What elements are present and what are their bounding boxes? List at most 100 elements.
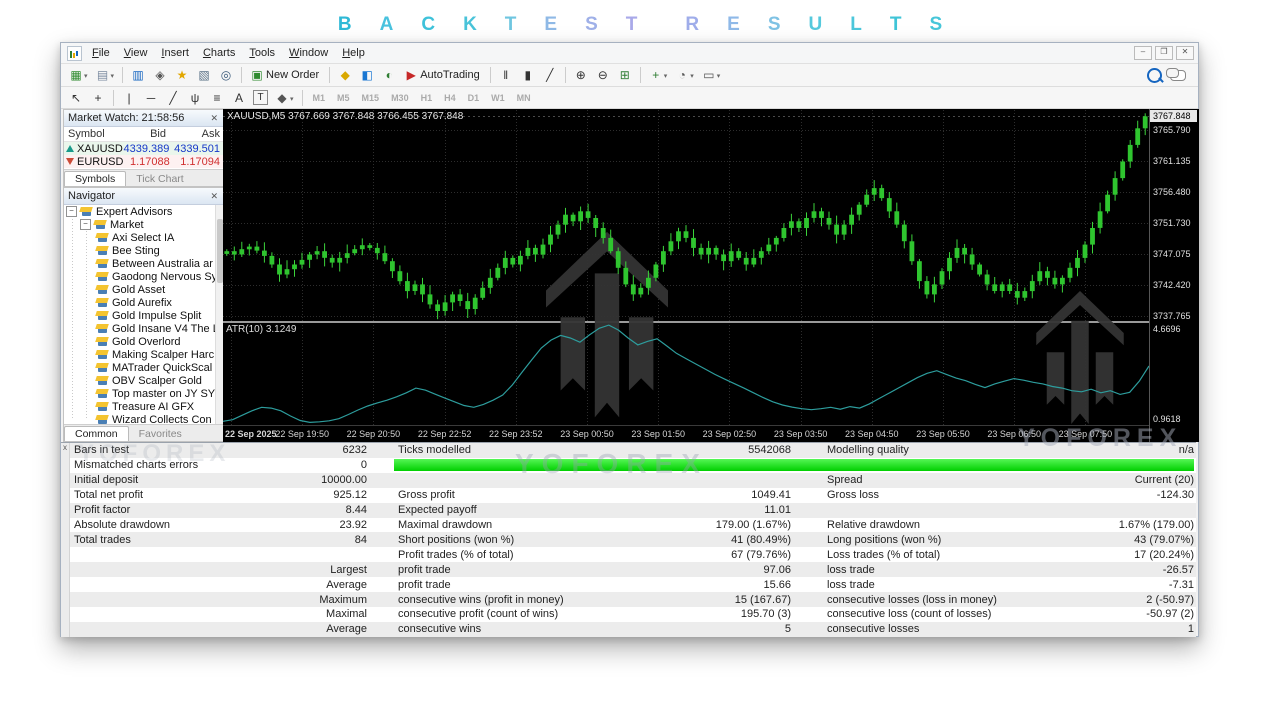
minimize-button[interactable]: – [1134, 46, 1152, 60]
result-value: 5542068 [662, 444, 793, 456]
results-row: Profit factor8.44Expected payoff11.01 [70, 503, 1196, 518]
timeframe-button-m1[interactable]: M1 [308, 91, 331, 105]
column-bid: Bid [116, 128, 170, 140]
search-icon[interactable] [1147, 68, 1162, 83]
vline-tool[interactable]: | [118, 88, 140, 108]
dropdown-arrow-icon: ▾ [290, 95, 294, 103]
tree-expander[interactable]: − [80, 219, 91, 230]
autotrading-icon: ▶ [403, 67, 419, 83]
market-watch-tab-tick-chart[interactable]: Tick Chart [126, 172, 193, 186]
result-label: consecutive losses (loss in money) [823, 594, 1063, 606]
result-value: 1.67% (179.00) [1063, 519, 1196, 531]
candle-chart-button[interactable]: ▮ [517, 65, 539, 85]
menu-bar: FileViewInsertChartsToolsWindowHelp –❐✕ [61, 43, 1198, 64]
navigator-item-expert-advisors[interactable]: −Expert Advisors [64, 205, 216, 218]
hline-tool[interactable]: ─ [140, 88, 162, 108]
navigator-icon: ★ [174, 67, 190, 83]
new-order-button[interactable]: ▣New Order [246, 65, 325, 85]
menu-item-view[interactable]: View [117, 45, 155, 61]
navigator-button[interactable]: ★ [171, 65, 193, 85]
result-value: Average [255, 623, 369, 635]
tile-windows-button[interactable]: ⊞ [614, 65, 636, 85]
result-value: 84 [255, 534, 369, 546]
crosshair-tool[interactable]: + [87, 88, 109, 108]
cursor-tool[interactable]: ↖ [65, 88, 87, 108]
results-table: Bars in test6232Ticks modelled5542068Mod… [70, 443, 1196, 637]
chat-icon[interactable] [1170, 70, 1186, 81]
symbol-up-icon [66, 145, 74, 152]
atr-indicator-pane[interactable]: ATR(10) 3.1249 [223, 323, 1149, 425]
menu-item-file[interactable]: File [85, 45, 117, 61]
bar-chart-button[interactable]: ‖ [495, 65, 517, 85]
menu-item-insert[interactable]: Insert [154, 45, 196, 61]
symbol-down-icon [66, 158, 74, 165]
navigator-tab-favorites[interactable]: Favorites [129, 427, 192, 441]
result-value: Maximal [255, 608, 369, 620]
results-row: Maximumconsecutive wins (profit in money… [70, 592, 1196, 607]
tree-label: Making Scalper Harc [112, 349, 214, 361]
page: BACKTESTRESULTS FileViewInsertChartsTool… [0, 0, 1280, 720]
symbol-row-xauusd[interactable]: XAUUSD4339.3894339.501 [64, 142, 224, 155]
periods-button[interactable]: ◔▾ [671, 65, 698, 85]
result-value: 0 [255, 459, 369, 471]
menu-item-charts[interactable]: Charts [196, 45, 242, 61]
tree-label: Wizard Collects Con [112, 414, 212, 425]
new-chart-button[interactable]: ▦▾ [65, 65, 92, 85]
market-watch-tab-symbols[interactable]: Symbols [64, 171, 126, 186]
chart-window[interactable]: XAUUSD,M5 3767.669 3767.848 3766.455 376… [223, 109, 1198, 442]
trendline-tool[interactable]: ╱ [162, 88, 184, 108]
text-tool[interactable]: A [228, 88, 250, 108]
title-letter: S [768, 14, 781, 35]
indicators-button[interactable]: +▾ [645, 65, 672, 85]
zoom-in-button[interactable]: ⊕ [570, 65, 592, 85]
atr-max-label: 4.6696 [1153, 324, 1181, 334]
close-icon[interactable]: x [63, 443, 67, 452]
symbol-row-eurusd[interactable]: EURUSD1.170881.17094 [64, 155, 224, 168]
text-label-tool[interactable]: T [250, 88, 271, 107]
tree-expander[interactable]: − [66, 206, 77, 217]
title-letter: U [809, 14, 823, 35]
menu-item-window[interactable]: Window [282, 45, 335, 61]
shapes-tool[interactable]: ◆▾ [271, 88, 298, 108]
data-window-button[interactable]: ◈ [149, 65, 171, 85]
style-button[interactable]: ◧ [356, 65, 378, 85]
menu-item-tools[interactable]: Tools [242, 45, 282, 61]
timeframe-button-w1[interactable]: W1 [486, 91, 510, 105]
navigator-tab-common[interactable]: Common [64, 426, 129, 441]
globe-button[interactable]: ◐ [378, 65, 400, 85]
navigator-header: Navigator ✕ [64, 188, 224, 205]
timeframe-button-mn[interactable]: MN [512, 91, 536, 105]
terminal-button[interactable]: ▧ [193, 65, 215, 85]
fibonacci-tool[interactable]: ≡ [206, 88, 228, 108]
timeframe-button-d1[interactable]: D1 [463, 91, 485, 105]
result-value: Average [255, 579, 369, 591]
channel-tool[interactable]: ψ [184, 88, 206, 108]
metaeditor-button[interactable]: ◆ [334, 65, 356, 85]
timeframe-button-m15[interactable]: M15 [357, 91, 385, 105]
title-letter: L [850, 14, 862, 35]
strategy-tester-icon: ◎ [218, 67, 234, 83]
restore-button[interactable]: ❐ [1155, 46, 1173, 60]
timeframe-button-m30[interactable]: M30 [386, 91, 414, 105]
periods-icon: ◔ [674, 67, 690, 83]
timeframe-button-m5[interactable]: M5 [332, 91, 355, 105]
symbol-label: XAUUSD [77, 143, 123, 155]
timeframe-button-h4[interactable]: H4 [439, 91, 461, 105]
result-value: 2 (-50.97) [1063, 594, 1196, 606]
line-chart-button[interactable]: ╱ [539, 65, 561, 85]
close-button[interactable]: ✕ [1176, 46, 1194, 60]
result-value: 195.70 (3) [662, 608, 793, 620]
templates-button[interactable]: ▭▾ [698, 65, 725, 85]
market-watch-button[interactable]: ▥ [127, 65, 149, 85]
zoom-out-button[interactable]: ⊖ [592, 65, 614, 85]
strategy-tester-button[interactable]: ◎ [215, 65, 237, 85]
market-watch-icon: ▥ [130, 67, 146, 83]
menu-item-help[interactable]: Help [335, 45, 372, 61]
close-icon[interactable]: ✕ [208, 113, 220, 124]
close-icon[interactable]: ✕ [208, 191, 220, 202]
profiles-button[interactable]: ▤▾ [92, 65, 119, 85]
timeframe-button-h1[interactable]: H1 [416, 91, 438, 105]
autotrading-button[interactable]: ▶AutoTrading [400, 65, 486, 85]
chart-main-pane[interactable]: XAUUSD,M5 3767.669 3767.848 3766.455 376… [223, 109, 1149, 321]
time-tick-label: 22 Sep 22:52 [418, 429, 472, 439]
